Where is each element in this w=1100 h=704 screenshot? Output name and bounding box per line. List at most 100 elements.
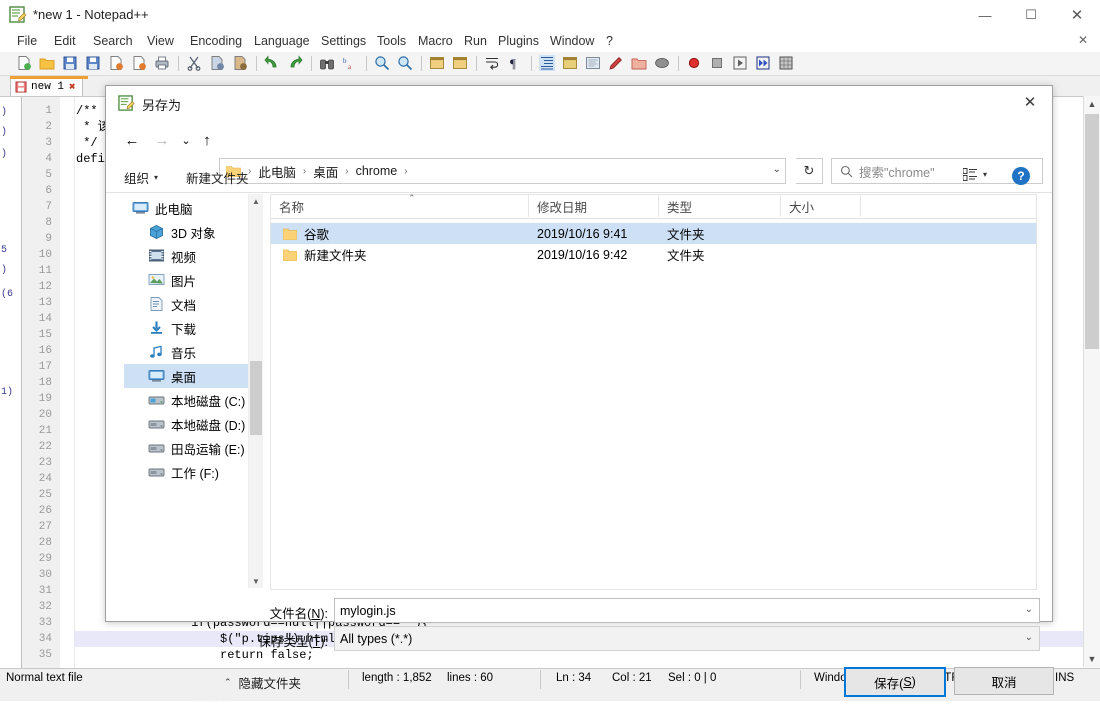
back-button[interactable]: ←: [120, 128, 144, 152]
user-defined-dialog-icon[interactable]: [562, 55, 578, 71]
nav-item-5[interactable]: 下载: [124, 316, 254, 340]
nav-item-9[interactable]: 本地磁盘 (D:): [124, 412, 254, 436]
cancel-button[interactable]: 取消: [954, 667, 1054, 695]
monitoring-icon[interactable]: [654, 55, 670, 71]
menu-item-language[interactable]: Language: [249, 33, 315, 49]
nav-item-10[interactable]: 田岛运输 (E:): [124, 436, 254, 460]
new-folder-button[interactable]: 新建文件夹: [186, 168, 249, 187]
open-file-icon[interactable]: [39, 55, 55, 71]
toolbar: b a ¶: [0, 52, 1100, 76]
scrollbar-thumb[interactable]: [250, 361, 262, 435]
line-number: 29: [38, 553, 52, 565]
record-macro-icon[interactable]: [686, 55, 702, 71]
copy-icon[interactable]: [209, 55, 225, 71]
filetype-select[interactable]: All types (*.*) ⌄: [334, 626, 1040, 651]
nav-item-1[interactable]: 3D 对象: [124, 220, 254, 244]
column-header-date[interactable]: 修改日期: [529, 195, 659, 217]
menu-item-file[interactable]: File: [12, 33, 42, 49]
maximize-button[interactable]: ☐: [1008, 0, 1054, 30]
organize-label: 组织: [124, 172, 150, 186]
scroll-down-icon[interactable]: ▼: [1084, 651, 1100, 667]
save-button[interactable]: 保存(S): [844, 667, 946, 697]
undo-icon[interactable]: [264, 55, 280, 71]
status-insert-mode: INS: [1055, 672, 1075, 684]
play-macro-icon[interactable]: [732, 55, 748, 71]
nav-item-0[interactable]: 此电脑: [124, 196, 254, 220]
menu-item-settings[interactable]: Settings: [316, 33, 371, 49]
menu-item-window[interactable]: Window: [545, 33, 599, 49]
zoom-out-icon[interactable]: [397, 55, 413, 71]
chevron-down-icon[interactable]: ⌄: [1025, 604, 1033, 615]
save-all-icon[interactable]: [85, 55, 101, 71]
cut-icon[interactable]: [186, 55, 202, 71]
save-icon[interactable]: [62, 55, 78, 71]
navigation-pane[interactable]: 此电脑 3D 对象 视频 图片 文档 下载 音乐 桌面 本地磁盘 (C:) 本地磁盘 (D:) 田岛…: [124, 196, 254, 586]
dialog-close-button[interactable]: ✕: [1008, 86, 1052, 118]
menu-item-tools[interactable]: Tools: [372, 33, 411, 49]
nav-item-7[interactable]: 桌面: [124, 364, 254, 388]
tab-new-1[interactable]: new 1 ✖: [10, 76, 83, 96]
nav-item-2[interactable]: 视频: [124, 244, 254, 268]
document-map-icon[interactable]: [585, 55, 601, 71]
column-header-name[interactable]: 名称 ⌃: [271, 193, 529, 217]
navigation-pane-scrollbar[interactable]: ▲ ▼: [248, 194, 263, 588]
column-header-type[interactable]: 类型: [659, 195, 781, 217]
help-button[interactable]: ?: [1012, 167, 1030, 185]
filename-input[interactable]: mylogin.js ⌄: [334, 598, 1040, 623]
column-header-size[interactable]: 大小: [781, 195, 861, 217]
menu-item-plugins[interactable]: Plugins: [493, 33, 544, 49]
indent-guide-icon[interactable]: [539, 55, 555, 71]
menu-item-view[interactable]: View: [142, 33, 179, 49]
file-list[interactable]: 名称 ⌃ 修改日期 类型 大小 谷歌 2019/10/16 9:41 文件夹 新建文件夹 201…: [270, 193, 1037, 590]
secondary-view-text: ): [1, 149, 8, 160]
nav-item-6[interactable]: 音乐: [124, 340, 254, 364]
scrollbar-thumb[interactable]: [1085, 114, 1099, 349]
scroll-up-icon[interactable]: ▲: [249, 194, 263, 208]
redo-icon[interactable]: [287, 55, 303, 71]
nav-item-4[interactable]: 文档: [124, 292, 254, 316]
nav-item-11[interactable]: 工作 (F:): [124, 460, 254, 484]
window-controls: — ☐ ✕: [962, 0, 1100, 30]
table-row[interactable]: 谷歌 2019/10/16 9:41 文件夹: [271, 223, 1036, 244]
menu-item-macro[interactable]: Macro: [413, 33, 458, 49]
paste-icon[interactable]: [232, 55, 248, 71]
function-list-icon[interactable]: [608, 55, 624, 71]
zoom-in-icon[interactable]: [374, 55, 390, 71]
chevron-down-icon[interactable]: ⌄: [1025, 632, 1033, 643]
show-all-chars-icon[interactable]: ¶: [507, 55, 523, 71]
close-file-icon[interactable]: [108, 55, 124, 71]
tab-close-icon[interactable]: ✖: [69, 80, 76, 94]
find-icon[interactable]: [319, 55, 335, 71]
menu-item-search[interactable]: Search: [88, 33, 138, 49]
line-number: 31: [38, 585, 52, 597]
table-row[interactable]: 新建文件夹 2019/10/16 9:42 文件夹: [271, 244, 1036, 265]
change-view-button[interactable]: ▾: [962, 168, 987, 181]
menu-item-encoding[interactable]: Encoding: [185, 33, 247, 49]
new-file-icon[interactable]: [16, 55, 32, 71]
line-number: 27: [38, 521, 52, 533]
menu-item-edit[interactable]: Edit: [49, 33, 81, 49]
close-all-icon[interactable]: [131, 55, 147, 71]
editor-vertical-scrollbar[interactable]: ▲ ▼: [1083, 96, 1100, 667]
nav-item-8[interactable]: 本地磁盘 (C:): [124, 388, 254, 412]
sync-horizontal-icon[interactable]: [452, 55, 468, 71]
nav-item-3[interactable]: 图片: [124, 268, 254, 292]
folder-workspace-icon[interactable]: [631, 55, 647, 71]
close-button[interactable]: ✕: [1054, 0, 1100, 30]
up-one-level-button[interactable]: ↑: [195, 128, 219, 152]
save-macro-icon[interactable]: [778, 55, 794, 71]
replace-icon[interactable]: ba: [342, 55, 358, 71]
play-multiple-icon[interactable]: [755, 55, 771, 71]
menu-item-run[interactable]: Run: [459, 33, 492, 49]
minimize-button[interactable]: —: [962, 0, 1008, 30]
scroll-down-icon[interactable]: ▼: [249, 574, 263, 588]
sync-vertical-icon[interactable]: [429, 55, 445, 71]
scroll-up-icon[interactable]: ▲: [1084, 96, 1100, 112]
stop-macro-icon[interactable]: [709, 55, 725, 71]
menu-item-[interactable]: ?: [601, 33, 618, 49]
organize-button[interactable]: 组织 ▾: [124, 168, 158, 187]
print-icon[interactable]: [154, 55, 170, 71]
word-wrap-icon[interactable]: [484, 55, 500, 71]
close-document-x-icon[interactable]: ✕: [1078, 33, 1088, 47]
hide-folders-toggle[interactable]: ⌃ 隐藏文件夹: [224, 673, 301, 692]
